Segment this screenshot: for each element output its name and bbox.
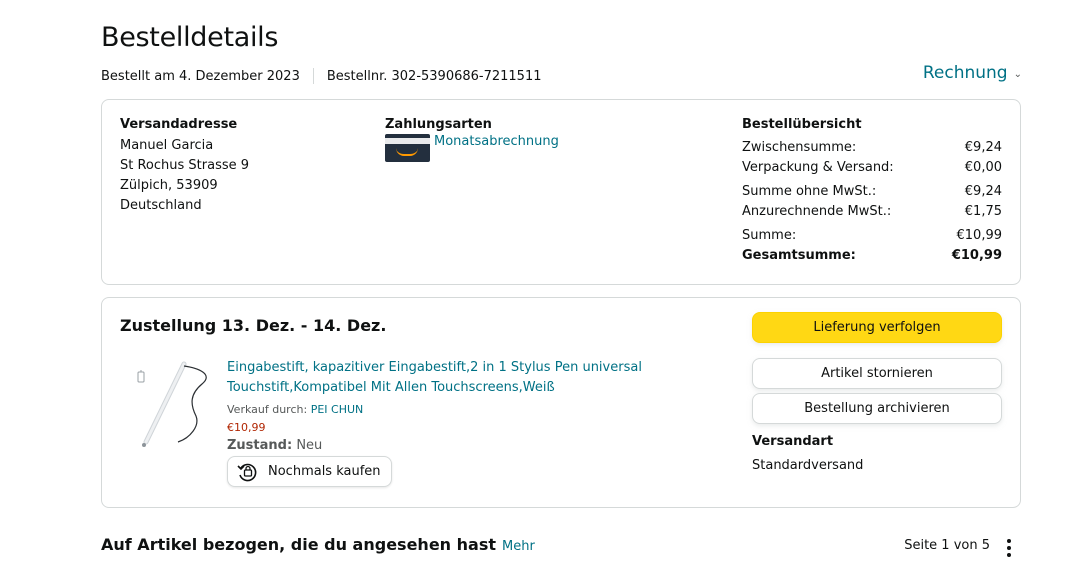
summary-row-subtotal: Zwischensumme: €9,24: [742, 138, 1002, 158]
summary-value: €10,99: [956, 228, 1003, 243]
order-date: Bestellt am 4. Dezember 2023: [101, 68, 300, 84]
summary-value: €0,00: [964, 160, 1002, 175]
related-heading-text: Auf Artikel bezogen, die du angesehen ha…: [101, 535, 496, 554]
address-country: Deutschland: [120, 198, 202, 213]
seller-line: Verkauf durch: PEI CHUN: [227, 403, 647, 416]
invoice-dropdown[interactable]: Rechnung ⌄: [923, 63, 1022, 83]
order-summary-heading: Bestellübersicht: [742, 117, 862, 132]
payment-methods: Zahlungsarten Monatsabrechnung: [385, 117, 559, 162]
address-name: Manuel Garcia: [120, 138, 214, 153]
condition-label: Zustand:: [227, 438, 293, 453]
summary-label: Anzurechnende MwSt.:: [742, 204, 892, 219]
summary-label: Summe:: [742, 228, 797, 243]
summary-row-vat: Anzurechnende MwSt.: €1,75: [742, 202, 1002, 222]
product-price: €10,99: [227, 421, 266, 434]
chevron-down-icon: ⌄: [1013, 68, 1022, 80]
order-number: Bestellnr. 302-5390686-7211511: [326, 68, 542, 84]
related-items-heading: Auf Artikel bezogen, die du angesehen ha…: [101, 535, 535, 554]
product-image[interactable]: [132, 356, 214, 452]
delivery-title: Zustellung 13. Dez. - 14. Dez.: [120, 316, 387, 335]
cancel-item-button[interactable]: Artikel stornieren: [752, 358, 1002, 389]
summary-value: €1,75: [964, 204, 1002, 219]
summary-label: Zwischensumme:: [742, 140, 857, 155]
shipping-method-heading: Versandart: [752, 434, 834, 449]
payment-method-link[interactable]: Monatsabrechnung: [434, 134, 559, 149]
order-summary: Bestellübersicht Zwischensumme: €9,24 Ve…: [742, 117, 1002, 266]
summary-row-net: Summe ohne MwSt.: €9,24: [742, 182, 1002, 202]
payment-heading: Zahlungsarten: [385, 117, 492, 132]
address-city: Zülpich, 53909: [120, 178, 218, 193]
product-info: Eingabestift, kapazitiver Eingabestift,2…: [227, 358, 647, 488]
summary-value: €9,24: [964, 140, 1002, 155]
summary-label: Verpackung & Versand:: [742, 160, 894, 175]
buy-again-icon: [236, 460, 260, 484]
product-condition: Zustand: Neu: [227, 438, 647, 453]
seller-prefix: Verkauf durch:: [227, 403, 308, 416]
summary-value: €10,99: [951, 248, 1002, 263]
summary-row-shipping: Verpackung & Versand: €0,00: [742, 158, 1002, 178]
track-delivery-button[interactable]: Lieferung verfolgen: [752, 312, 1002, 343]
summary-row-sum: Summe: €10,99: [742, 226, 1002, 246]
stylus-pen-image: [137, 361, 207, 447]
address-street: St Rochus Strasse 9: [120, 158, 250, 173]
buy-again-button[interactable]: Nochmals kaufen: [227, 456, 392, 487]
order-info-card: Versandadresse Manuel Garcia St Rochus S…: [101, 99, 1021, 285]
meta-divider: [312, 68, 314, 84]
seller-link[interactable]: PEI CHUN: [311, 403, 364, 416]
page-title: Bestelldetails: [101, 22, 279, 53]
pagination-indicator: Seite 1 von 5: [904, 538, 990, 553]
condition-value: Neu: [296, 438, 323, 453]
more-options-icon[interactable]: [1003, 539, 1015, 561]
shipping-address: Versandadresse Manuel Garcia St Rochus S…: [120, 117, 249, 216]
summary-value: €9,24: [964, 184, 1002, 199]
invoice-label: Rechnung: [922, 63, 1008, 83]
order-meta: Bestellt am 4. Dezember 2023 Bestellnr. …: [101, 68, 542, 84]
buy-again-label: Nochmals kaufen: [268, 464, 381, 479]
summary-row-total: Gesamtsumme: €10,99: [742, 246, 1002, 266]
shipping-method-value: Standardversand: [752, 458, 864, 473]
amazon-card-icon: [385, 134, 430, 162]
shipping-address-heading: Versandadresse: [120, 117, 238, 132]
summary-label: Gesamtsumme:: [742, 248, 856, 263]
archive-order-button[interactable]: Bestellung archivieren: [752, 393, 1002, 424]
product-title-link[interactable]: Eingabestift, kapazitiver Eingabestift,2…: [227, 358, 647, 398]
summary-label: Summe ohne MwSt.:: [742, 184, 877, 199]
related-more-link[interactable]: Mehr: [502, 539, 535, 554]
delivery-card: Zustellung 13. Dez. - 14. Dez. Eingabest…: [101, 297, 1021, 508]
